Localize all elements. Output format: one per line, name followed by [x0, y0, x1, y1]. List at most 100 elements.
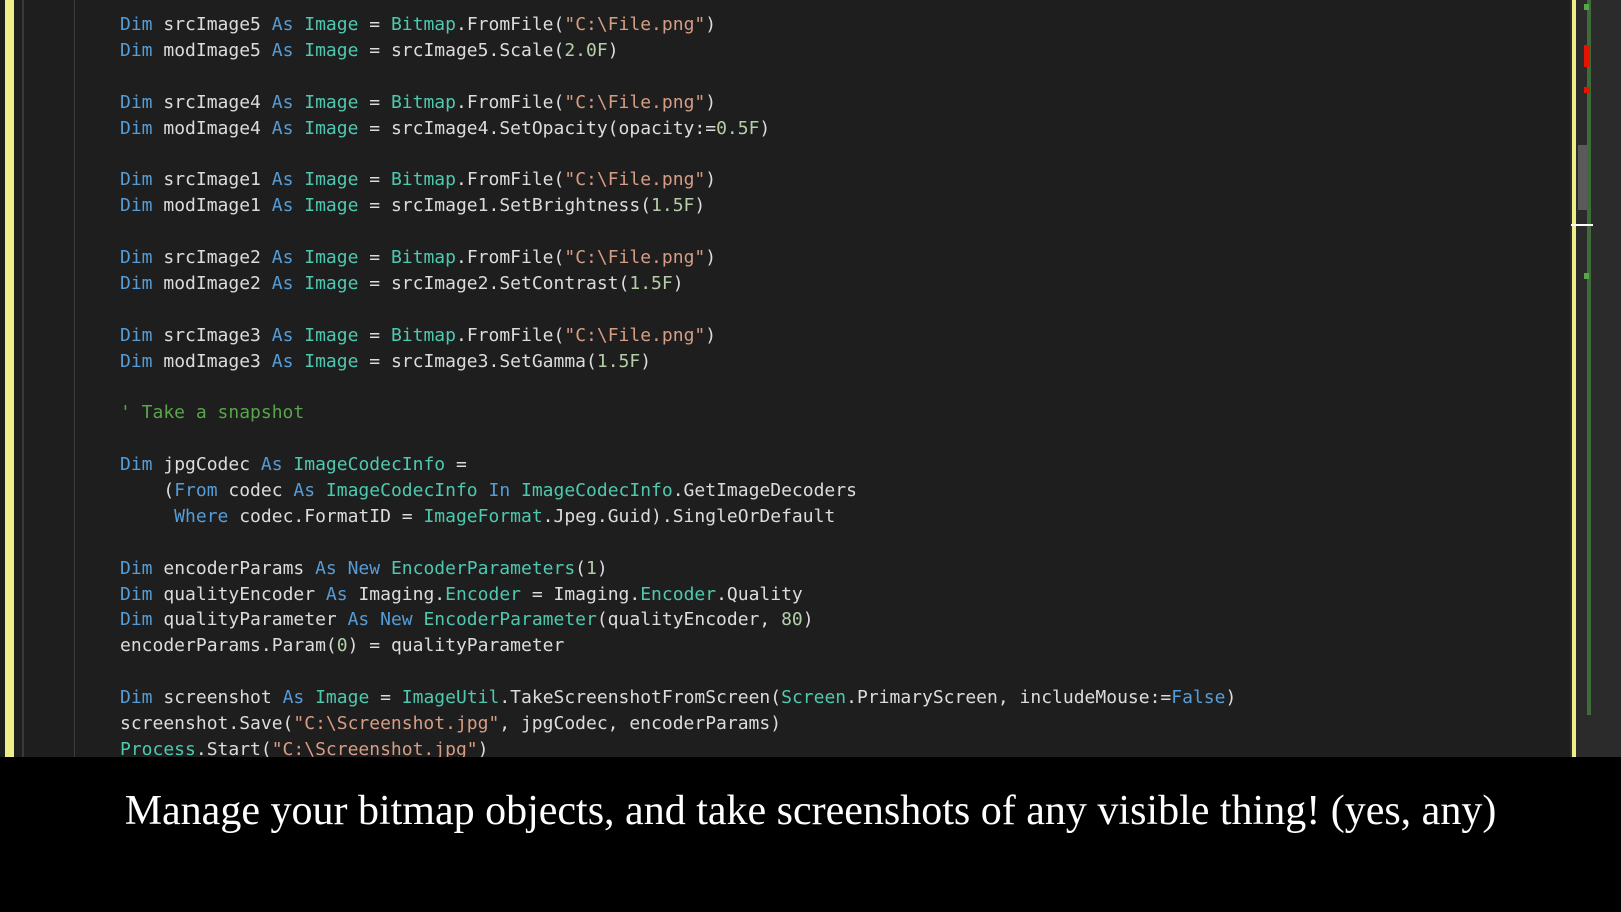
keyword-token: As [271, 195, 305, 217]
code-line[interactable]: Dim modImage5 As Image = srcImage5.Scale… [120, 38, 1236, 64]
code-line[interactable]: Dim srcImage4 As Image = Bitmap.FromFile… [120, 90, 1236, 116]
code-token: = srcImage5.Scale( [358, 39, 565, 61]
comment-token: ' Take a snapshot [120, 402, 305, 424]
code-line[interactable]: Dim modImage2 As Image = srcImage2.SetCo… [120, 271, 1236, 297]
code-line[interactable] [120, 141, 1236, 167]
string-token: "C:\File.png" [564, 91, 706, 113]
code-line[interactable]: screenshot.Save("C:\Screenshot.jpg", jpg… [120, 711, 1236, 737]
number-token: 2.0F [564, 39, 608, 61]
code-line[interactable]: Dim modImage3 As Image = srcImage3.SetGa… [120, 349, 1236, 375]
keyword-token: In [477, 480, 521, 502]
keyword-token: As [271, 324, 305, 346]
type-token: Image [304, 195, 359, 217]
code-token: screenshot [163, 687, 283, 709]
code-line[interactable] [120, 530, 1236, 556]
code-token: codec.FormatID = [239, 505, 424, 527]
number-token: 1.5F [629, 272, 673, 294]
code-line[interactable]: encoderParams.Param(0) = qualityParamete… [120, 633, 1236, 659]
keyword-token: Dim [120, 169, 164, 191]
code-line[interactable]: Dim qualityEncoder As Imaging.Encoder = … [120, 582, 1236, 608]
caption-bar: Manage your bitmap objects, and take scr… [0, 757, 1621, 912]
code-line[interactable] [120, 297, 1236, 323]
type-token: ImageUtil [401, 687, 500, 709]
type-token: Encoder [445, 583, 521, 605]
code-token: screenshot.Save( [120, 713, 294, 735]
code-token: encoderParams.Param( [120, 635, 337, 657]
code-line[interactable]: Dim screenshot As Image = ImageUtil.Take… [120, 685, 1236, 711]
code-line[interactable]: (From codec As ImageCodecInfo In ImageCo… [120, 478, 1236, 504]
code-token: srcImage1 [163, 169, 272, 191]
code-token: .FromFile( [455, 324, 565, 346]
keyword-token: Dim [120, 454, 164, 476]
code-token: srcImage5 [163, 14, 272, 35]
keyword-token: As [271, 91, 305, 113]
type-token: Bitmap [390, 14, 456, 35]
code-token: = [358, 247, 391, 269]
type-token: EncoderParameters [390, 557, 576, 579]
code-line[interactable]: Where codec.FormatID = ImageFormat.Jpeg.… [120, 504, 1236, 530]
code-line[interactable] [120, 659, 1236, 685]
code-line[interactable] [120, 219, 1236, 245]
string-token: "C:\File.png" [564, 14, 706, 35]
type-token: Image [304, 324, 359, 346]
type-token: Process [120, 738, 196, 757]
code-line[interactable] [120, 64, 1236, 90]
code-line[interactable]: Dim modImage4 As Image = srcImage4.SetOp… [120, 116, 1236, 142]
code-token: srcImage4 [163, 91, 272, 113]
string-token: "C:\File.png" [564, 247, 706, 269]
code-token: ) [607, 39, 619, 61]
code-token: modImage1 [163, 195, 272, 217]
type-token: Bitmap [390, 91, 456, 113]
type-token: Encoder [640, 583, 717, 605]
code-token: .FromFile( [455, 247, 565, 269]
code-line[interactable]: Dim modImage1 As Image = srcImage1.SetBr… [120, 193, 1236, 219]
code-editor[interactable]: Dim srcImage5 As Image = Bitmap.FromFile… [0, 0, 1621, 757]
vertical-scrollbar[interactable] [1570, 0, 1621, 757]
type-token: ImageFormat [423, 505, 543, 527]
code-line[interactable]: Dim jpgCodec As ImageCodecInfo = [120, 452, 1236, 478]
number-token: 80 [781, 609, 803, 631]
code-token: .FromFile( [455, 91, 565, 113]
caption-text: Manage your bitmap objects, and take scr… [124, 788, 1497, 834]
keyword-token: As [271, 272, 305, 294]
code-line[interactable]: Dim srcImage5 As Image = Bitmap.FromFile… [120, 12, 1236, 38]
string-token: "C:\Screenshot.jpg" [271, 738, 478, 757]
code-token: (qualityEncoder, [596, 609, 782, 631]
string-token: "C:\Screenshot.jpg" [293, 713, 500, 735]
code-line[interactable]: ' Take a snapshot [120, 400, 1236, 426]
number-token: 1.5F [651, 195, 695, 217]
code-line[interactable]: Dim srcImage3 As Image = Bitmap.FromFile… [120, 323, 1236, 349]
code-line[interactable]: Process.Start("C:\Screenshot.jpg") [120, 737, 1236, 757]
keyword-token: As [271, 14, 305, 35]
code-token: modImage3 [163, 350, 272, 372]
change-marker [1584, 273, 1589, 279]
scrollbar-change-strip [1572, 0, 1576, 757]
code-token: ) [705, 247, 717, 269]
code-line[interactable]: Dim srcImage1 As Image = Bitmap.FromFile… [120, 167, 1236, 193]
type-token: Bitmap [390, 247, 456, 269]
keyword-token: Dim [120, 324, 164, 346]
code-line[interactable]: Dim srcImage2 As Image = Bitmap.FromFile… [120, 245, 1236, 271]
type-token: Image [304, 14, 359, 35]
code-token: ) [1225, 687, 1237, 709]
code-line[interactable] [120, 374, 1236, 400]
type-token: EncoderParameter [423, 609, 597, 631]
code-token: codec [228, 480, 294, 502]
code-content[interactable]: Dim srcImage5 As Image = Bitmap.FromFile… [120, 12, 1236, 757]
scrollbar-thumb[interactable] [1578, 145, 1587, 210]
type-token: ImageCodecInfo [293, 454, 446, 476]
code-token: modImage4 [163, 117, 272, 139]
code-line[interactable] [120, 426, 1236, 452]
code-token: ) [477, 738, 489, 757]
string-token: "C:\File.png" [564, 324, 706, 346]
keyword-token: As [325, 583, 359, 605]
code-token: ) [759, 117, 771, 139]
code-line[interactable]: Dim qualityParameter As New EncoderParam… [120, 607, 1236, 633]
code-token: srcImage3 [163, 324, 272, 346]
keyword-token: Dim [120, 247, 164, 269]
code-line[interactable]: Dim encoderParams As New EncoderParamete… [120, 556, 1236, 582]
keyword-token: As [271, 39, 305, 61]
keyword-token: As New [347, 609, 424, 631]
code-token: ) [802, 609, 814, 631]
keyword-token: Dim [120, 91, 164, 113]
